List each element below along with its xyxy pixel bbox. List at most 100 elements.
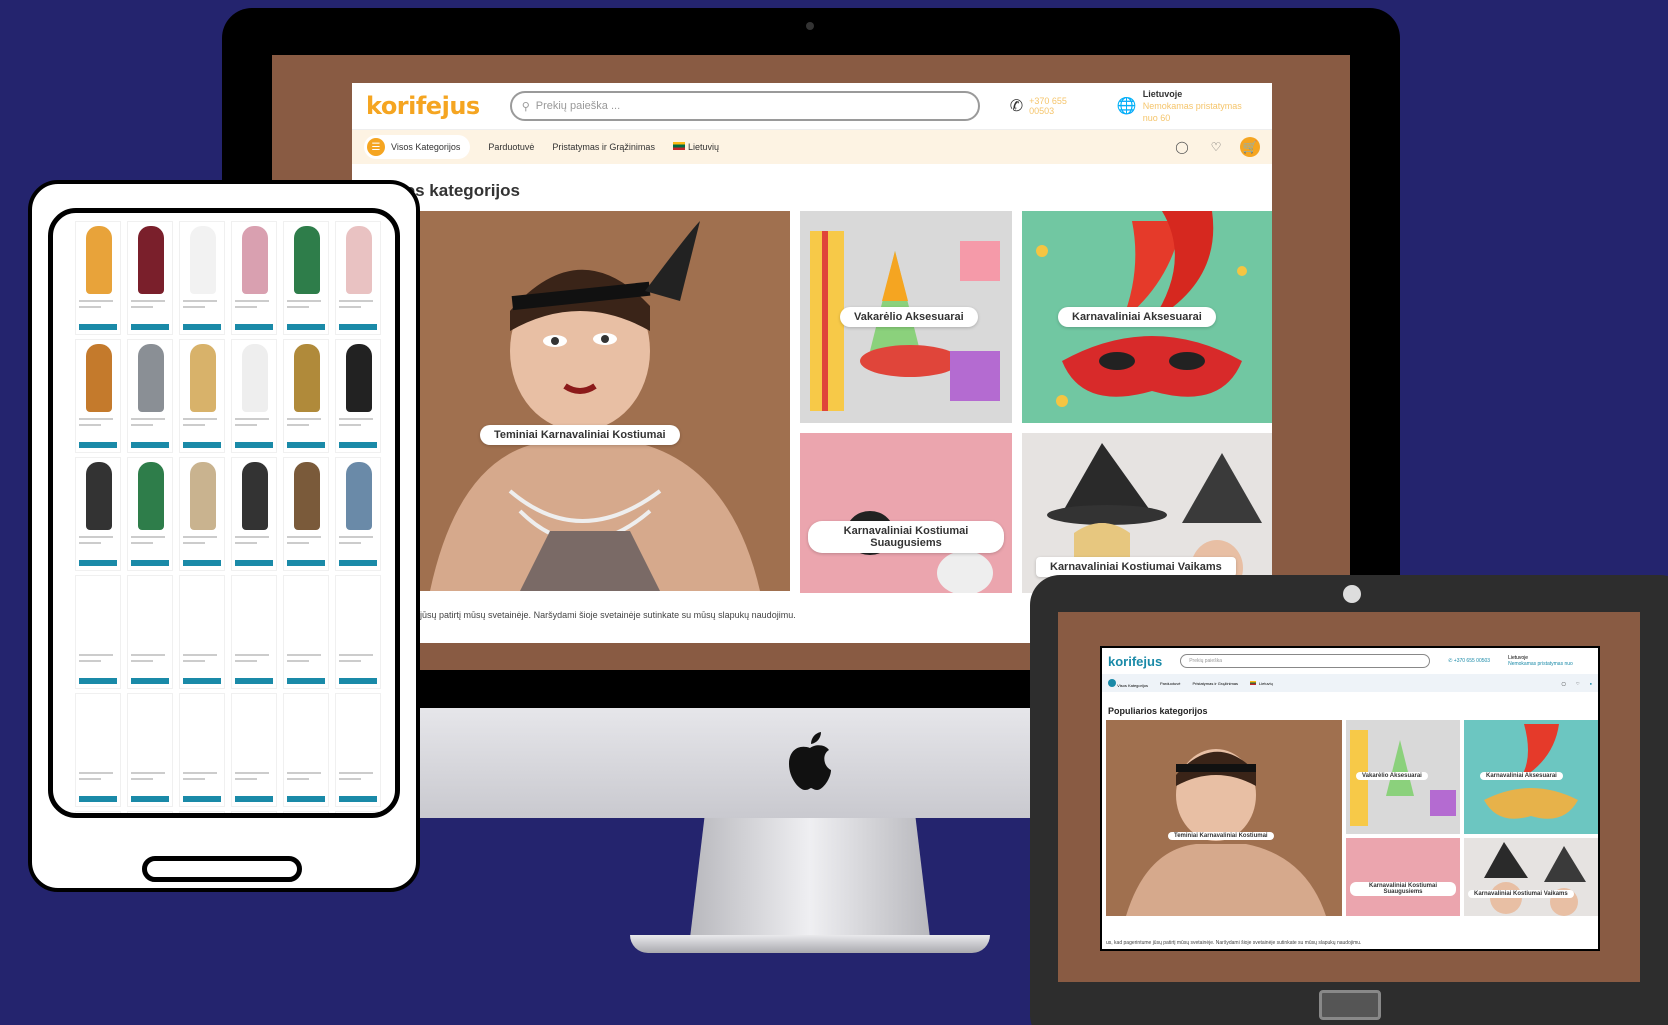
add-to-cart-button[interactable] [183, 678, 221, 684]
product-card[interactable] [75, 811, 121, 813]
mini-heart-icon[interactable]: ♡ [1576, 681, 1580, 686]
mini-user-icon[interactable]: ◯ [1562, 681, 1566, 686]
product-card[interactable] [335, 575, 381, 689]
product-card[interactable] [75, 575, 121, 689]
add-to-cart-button[interactable] [235, 796, 273, 802]
add-to-cart-button[interactable] [339, 678, 377, 684]
add-to-cart-button[interactable] [339, 324, 377, 330]
product-card[interactable] [283, 693, 329, 807]
mini-logo[interactable]: korifejus [1108, 654, 1162, 669]
mini-nav-language[interactable]: Lietuvių [1250, 680, 1273, 686]
mini-cart-icon[interactable]: ● [1590, 681, 1592, 686]
product-card[interactable] [179, 575, 225, 689]
tablet-home-button[interactable] [142, 856, 302, 882]
add-to-cart-button[interactable] [235, 678, 273, 684]
mini-nav-delivery[interactable]: Pristatymas ir Grąžinimas [1192, 681, 1238, 686]
product-card[interactable] [75, 693, 121, 807]
tile-adult-costumes[interactable]: Karnavaliniai Kostiumai Suaugusiems [800, 433, 1012, 593]
add-to-cart-button[interactable] [79, 560, 117, 566]
tile-party-accessories[interactable]: Vakarėlio Aksesuarai [800, 211, 1012, 423]
mini-phone[interactable]: ✆ +370 655 00503 [1448, 658, 1490, 664]
add-to-cart-button[interactable] [339, 560, 377, 566]
add-to-cart-button[interactable] [339, 796, 377, 802]
product-card[interactable] [179, 221, 225, 335]
add-to-cart-button[interactable] [131, 796, 169, 802]
add-to-cart-button[interactable] [131, 324, 169, 330]
add-to-cart-button[interactable] [339, 442, 377, 448]
tile-themed-costumes[interactable]: Teminiai Karnavaliniai Kostiumai [400, 211, 790, 591]
product-card[interactable] [179, 339, 225, 453]
add-to-cart-button[interactable] [287, 796, 325, 802]
product-card[interactable] [335, 221, 381, 335]
add-to-cart-button[interactable] [183, 442, 221, 448]
user-icon[interactable]: ◯ [1172, 137, 1192, 157]
product-card[interactable] [231, 811, 277, 813]
mini-tile-adults[interactable]: Karnavaliniai Kostiumai Suaugusiems [1346, 838, 1460, 916]
product-card[interactable] [231, 339, 277, 453]
product-card[interactable] [179, 693, 225, 807]
add-to-cart-button[interactable] [79, 678, 117, 684]
product-card[interactable] [127, 811, 173, 813]
mini-tile-carnival[interactable]: Karnavaliniai Aksesuarai [1464, 720, 1598, 834]
add-to-cart-button[interactable] [79, 324, 117, 330]
product-card[interactable] [127, 693, 173, 807]
add-to-cart-button[interactable] [235, 442, 273, 448]
add-to-cart-button[interactable] [131, 678, 169, 684]
language-region[interactable]: 🌐 Lietuvoje Nemokamas pristatymas nuo 60 [1117, 88, 1258, 124]
nav-shop[interactable]: Parduotuvė [488, 142, 534, 152]
add-to-cart-button[interactable] [287, 442, 325, 448]
product-card[interactable] [283, 339, 329, 453]
site-logo[interactable]: korifejus [366, 92, 480, 120]
product-card[interactable] [231, 575, 277, 689]
mini-tile-themed[interactable]: Teminiai Karnavaliniai Kostiumai [1106, 720, 1342, 916]
add-to-cart-button[interactable] [235, 560, 273, 566]
product-card[interactable] [283, 457, 329, 571]
product-card[interactable] [335, 339, 381, 453]
product-card[interactable] [283, 221, 329, 335]
product-card[interactable] [127, 339, 173, 453]
add-to-cart-button[interactable] [79, 796, 117, 802]
add-to-cart-button[interactable] [183, 796, 221, 802]
product-card[interactable] [75, 457, 121, 571]
product-card[interactable] [335, 811, 381, 813]
product-card[interactable] [127, 221, 173, 335]
product-card[interactable] [127, 457, 173, 571]
tile-carnival-accessories[interactable]: Karnavaliniai Aksesuarai [1022, 211, 1272, 423]
product-card[interactable] [231, 693, 277, 807]
add-to-cart-button[interactable] [131, 442, 169, 448]
add-to-cart-button[interactable] [235, 324, 273, 330]
add-to-cart-button[interactable] [131, 560, 169, 566]
mini-tile-kids[interactable]: Karnavaliniai Kostiumai Vaikams [1464, 838, 1598, 916]
add-to-cart-button[interactable] [287, 678, 325, 684]
add-to-cart-button[interactable] [287, 560, 325, 566]
product-card[interactable] [75, 339, 121, 453]
product-card[interactable] [283, 811, 329, 813]
add-to-cart-button[interactable] [287, 324, 325, 330]
add-to-cart-button[interactable] [79, 442, 117, 448]
mini-tile-party[interactable]: Vakarėlio Aksesuarai [1346, 720, 1460, 834]
product-card[interactable] [127, 575, 173, 689]
product-card[interactable] [179, 811, 225, 813]
tile-kids-costumes[interactable]: Karnavaliniai Kostiumai Vaikams [1022, 433, 1272, 593]
mini-region[interactable]: Lietuvoje Nemokamas pristatymas nuo [1508, 655, 1573, 667]
mini-categories-button[interactable]: Visos Kategorijos [1108, 678, 1148, 688]
cart-icon[interactable]: 🛒 [1240, 137, 1260, 157]
search-input[interactable]: ⚲ Prekių paieška ... [509, 91, 980, 121]
product-card[interactable] [179, 457, 225, 571]
product-card[interactable] [335, 693, 381, 807]
heart-icon[interactable]: ♡ [1206, 137, 1226, 157]
add-to-cart-button[interactable] [183, 560, 221, 566]
product-card[interactable] [75, 221, 121, 335]
all-categories-button[interactable]: ☰ Visos Kategorijos [364, 135, 471, 159]
phone-contact[interactable]: ✆ +370 655 00503 [1010, 96, 1087, 116]
product-card[interactable] [231, 457, 277, 571]
product-card[interactable] [335, 457, 381, 571]
nav-delivery[interactable]: Pristatymas ir Grąžinimas [552, 142, 655, 152]
product-card[interactable] [283, 575, 329, 689]
product-card[interactable] [231, 221, 277, 335]
mini-search-input[interactable]: Prekių paieška [1180, 654, 1431, 668]
nav-language[interactable]: Lietuvių [672, 142, 719, 152]
mini-nav-shop[interactable]: Parduotuvė [1160, 681, 1180, 686]
add-to-cart-button[interactable] [183, 324, 221, 330]
tablet-landscape-home-button[interactable] [1319, 990, 1381, 1020]
